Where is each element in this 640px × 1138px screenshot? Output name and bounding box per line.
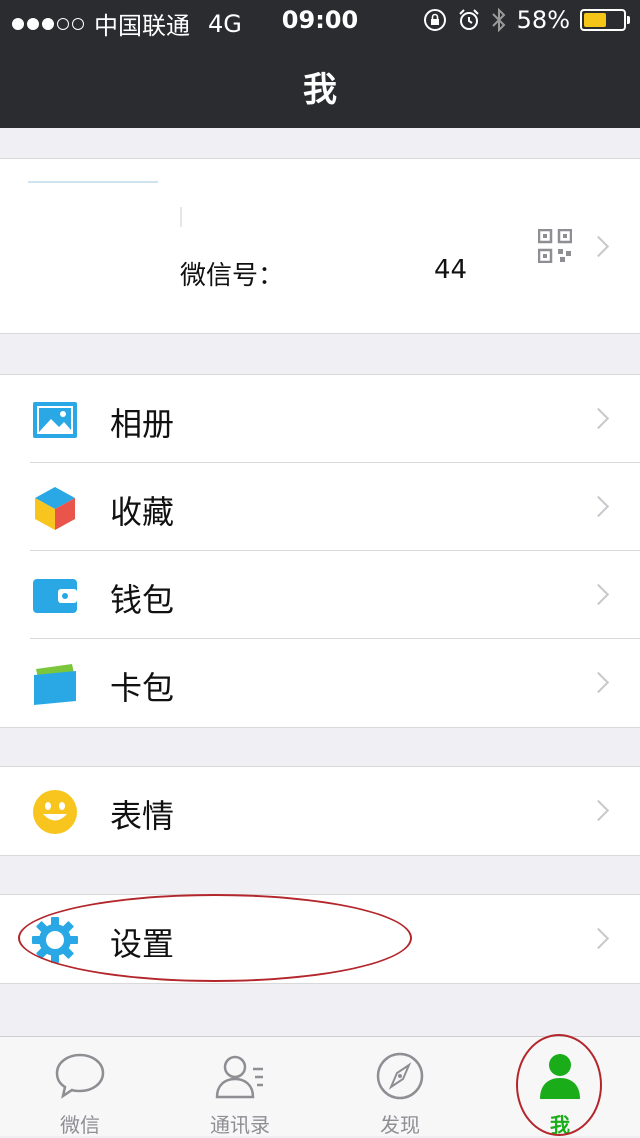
tab-label: 通讯录 [210, 1113, 270, 1137]
wechat-id-label: 微信号： [180, 261, 285, 291]
annotation-ellipse-me-tab [516, 1034, 602, 1136]
favorites-icon [35, 487, 75, 530]
menu-item-label: 卡包 [110, 669, 175, 707]
orientation-lock-icon [423, 9, 446, 31]
menu-item-favorites[interactable]: 收藏 [0, 463, 640, 551]
bluetooth-icon [491, 7, 506, 33]
sticker-icon [33, 790, 77, 834]
tab-discover[interactable]: 发现 [320, 1037, 480, 1137]
chevron-right-icon [587, 799, 610, 822]
wechat-id-value: 44 [434, 255, 468, 285]
chevron-right-icon [587, 235, 610, 258]
chevron-right-icon [587, 583, 610, 606]
album-icon [33, 402, 77, 438]
nav-bar: 我 [0, 40, 640, 128]
tab-label: 微信 [60, 1113, 100, 1137]
menu-item-sticker[interactable]: 表情 [0, 767, 640, 855]
menu-group-stickers: 表情 [0, 766, 640, 856]
compass-icon [376, 1052, 424, 1100]
chevron-right-icon [587, 927, 610, 950]
chat-bubble-icon [55, 1053, 105, 1099]
menu-item-card-package[interactable]: 卡包 [0, 639, 640, 727]
contacts-icon [215, 1055, 263, 1099]
chevron-right-icon [587, 407, 610, 430]
alarm-icon [458, 9, 479, 30]
profile-name-redacted [180, 207, 182, 227]
avatar-redacted [28, 181, 158, 183]
status-bar: 中国联通 4G 09:00 58% [0, 0, 640, 40]
tab-contacts[interactable]: 通讯录 [160, 1037, 320, 1137]
menu-item-label: 表情 [110, 797, 175, 835]
menu-item-album[interactable]: 相册 [0, 375, 640, 463]
profile-card[interactable]: 微信号： 44 [0, 158, 640, 334]
tab-label: 发现 [380, 1113, 420, 1137]
menu-group-media: 相册 收藏 钱包 卡包 [0, 374, 640, 728]
menu-item-label: 钱包 [110, 581, 175, 619]
tab-chats[interactable]: 微信 [0, 1037, 160, 1137]
qr-code-icon[interactable] [538, 229, 572, 263]
chevron-right-icon [587, 495, 610, 518]
page-title: 我 [303, 70, 337, 110]
chevron-right-icon [587, 671, 610, 694]
battery-icon [580, 9, 630, 31]
annotation-ellipse-settings [18, 894, 412, 982]
status-right: 58% [423, 6, 630, 34]
menu-item-wallet[interactable]: 钱包 [0, 551, 640, 639]
menu-item-label: 相册 [110, 405, 175, 443]
menu-item-label: 收藏 [110, 493, 175, 531]
card-package-icon [34, 664, 76, 705]
battery-percent: 58% [516, 6, 570, 34]
wallet-icon [33, 579, 77, 613]
